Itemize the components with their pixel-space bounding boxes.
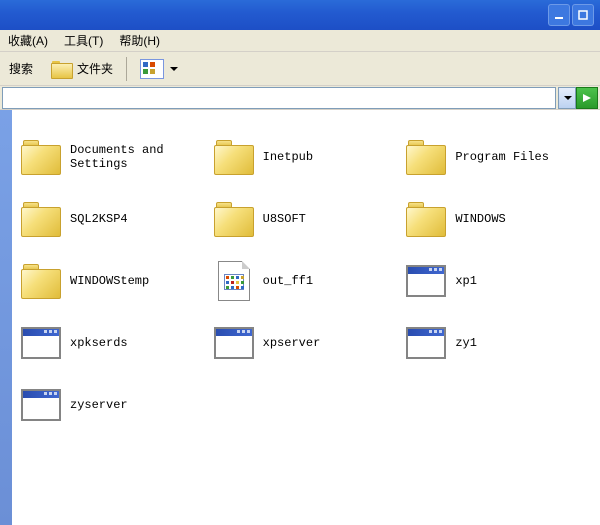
chevron-down-icon <box>564 96 572 100</box>
go-button[interactable] <box>576 87 598 109</box>
file-list: Documents and Settings Inetpub Program Fil… <box>12 110 600 525</box>
application-icon <box>214 327 254 359</box>
menu-help[interactable]: 帮助(H) <box>113 30 166 51</box>
file-item-label: WINDOWStemp <box>70 274 149 288</box>
file-item[interactable]: zyserver <box>20 376 209 434</box>
file-item[interactable]: U8SOFT <box>213 190 402 248</box>
file-item[interactable]: xpserver <box>213 314 402 372</box>
file-item-label: Documents and Settings <box>70 143 185 171</box>
file-icon <box>218 261 250 301</box>
folder-icon <box>21 140 61 174</box>
search-button[interactable]: 搜索 <box>2 57 40 80</box>
views-button[interactable] <box>133 56 185 82</box>
folder-icon <box>51 59 73 79</box>
content-wrapper: Documents and Settings Inetpub Program Fil… <box>0 110 600 525</box>
address-input[interactable] <box>2 87 556 109</box>
menubar: 收藏(A) 工具(T) 帮助(H) <box>0 30 600 52</box>
folder-icon <box>21 264 61 298</box>
search-label: 搜索 <box>9 60 33 77</box>
menu-favorites[interactable]: 收藏(A) <box>2 30 54 51</box>
file-item[interactable]: xpkserds <box>20 314 209 372</box>
tasks-panel-edge <box>0 110 12 525</box>
application-icon <box>406 265 446 297</box>
file-item[interactable]: xp1 <box>405 252 594 310</box>
file-item[interactable]: out_ff1 <box>213 252 402 310</box>
file-item-label: zyserver <box>70 398 128 412</box>
file-item[interactable]: SQL2KSP4 <box>20 190 209 248</box>
file-item-label: xpserver <box>263 336 321 350</box>
file-item-label: U8SOFT <box>263 212 306 226</box>
window-titlebar <box>0 0 600 30</box>
file-item[interactable]: Documents and Settings <box>20 128 209 186</box>
file-item[interactable]: WINDOWStemp <box>20 252 209 310</box>
file-item-label: WINDOWS <box>455 212 505 226</box>
application-icon <box>406 327 446 359</box>
file-item-label: SQL2KSP4 <box>70 212 128 226</box>
file-item-label: Inetpub <box>263 150 313 164</box>
address-dropdown-button[interactable] <box>558 87 576 109</box>
folders-button[interactable]: 文件夹 <box>44 56 120 82</box>
application-icon <box>21 389 61 421</box>
address-bar <box>0 86 600 110</box>
minimize-button[interactable] <box>548 4 570 26</box>
file-item-label: zy1 <box>455 336 477 350</box>
file-item-label: xpkserds <box>70 336 128 350</box>
file-item[interactable]: Program Files <box>405 128 594 186</box>
folder-icon <box>214 140 254 174</box>
file-item-label: out_ff1 <box>263 274 313 288</box>
file-item-label: Program Files <box>455 150 549 164</box>
file-item[interactable]: Inetpub <box>213 128 402 186</box>
folder-icon <box>214 202 254 236</box>
maximize-button[interactable] <box>572 4 594 26</box>
toolbar: 搜索 文件夹 <box>0 52 600 86</box>
folder-icon <box>406 202 446 236</box>
folder-icon <box>21 202 61 236</box>
file-item[interactable]: zy1 <box>405 314 594 372</box>
file-item-label: xp1 <box>455 274 477 288</box>
menu-tools[interactable]: 工具(T) <box>58 30 109 51</box>
folders-label: 文件夹 <box>77 60 113 77</box>
application-icon <box>21 327 61 359</box>
toolbar-separator <box>126 57 127 81</box>
folder-icon <box>406 140 446 174</box>
file-item[interactable]: WINDOWS <box>405 190 594 248</box>
chevron-down-icon <box>170 67 178 71</box>
views-icon <box>140 59 164 79</box>
